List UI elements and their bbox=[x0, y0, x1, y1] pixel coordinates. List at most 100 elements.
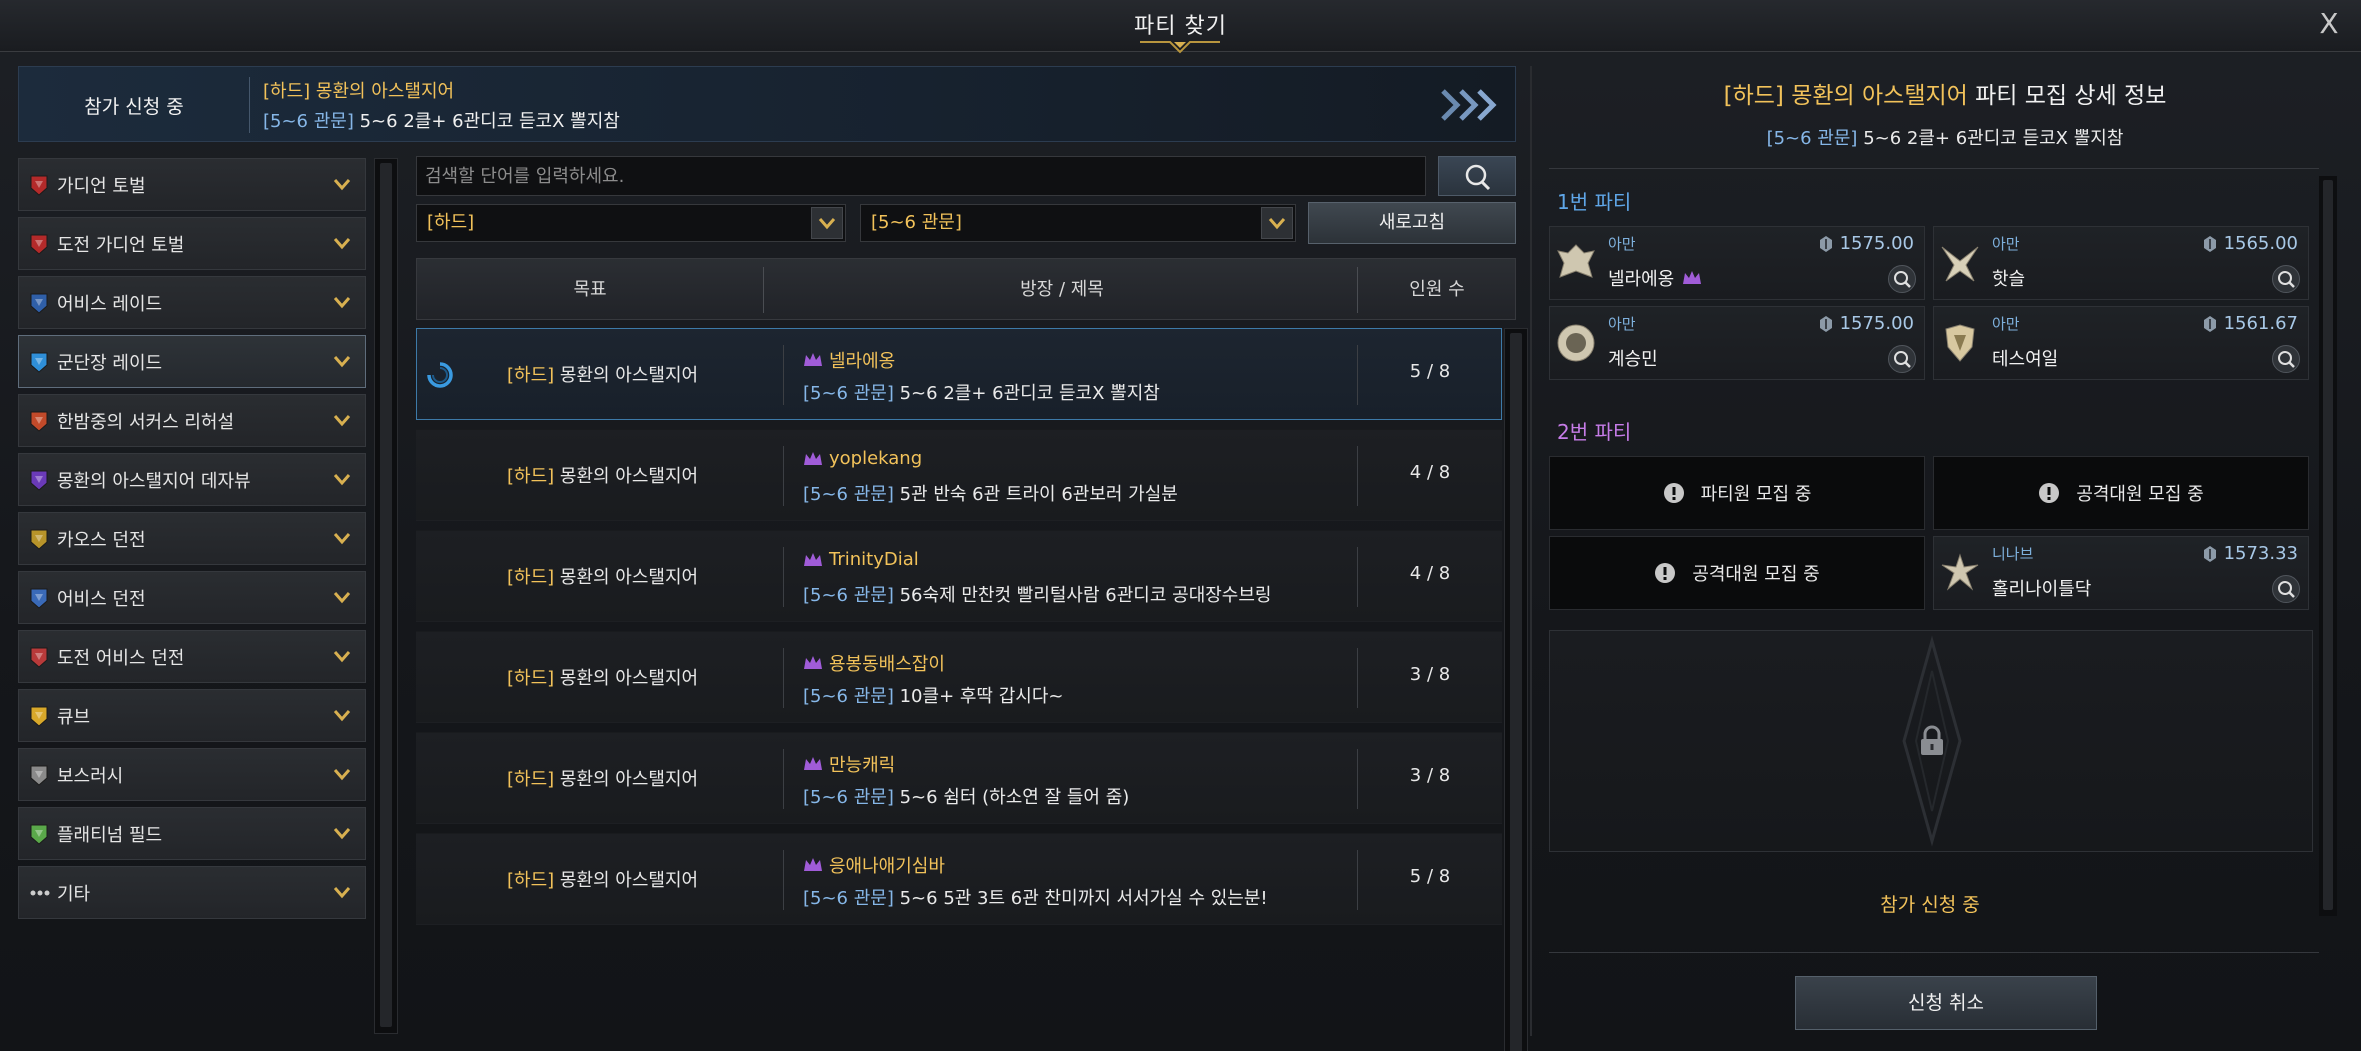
row-member-count: 3 / 8 bbox=[1409, 664, 1451, 685]
party-row[interactable]: [하드] 몽환의 아스탤지어 응애나애기심바 [5~6 관문] 5~6 5관 3트 … bbox=[416, 833, 1502, 925]
category-item[interactable]: 어비스 던전 bbox=[18, 571, 366, 624]
row-member-count: 4 / 8 bbox=[1409, 563, 1451, 584]
chevron-down-icon[interactable] bbox=[331, 232, 353, 254]
row-title-text: 56숙제 만찬컷 빨리털사람 6관디코 공대장수브링 bbox=[899, 585, 1272, 606]
recruit-text: 공격대원 모집 중 bbox=[1692, 564, 1820, 585]
left-panel: 참가 신청 중 [하드] 몽환의 아스탤지어 [5~6 관문] 5~6 2클+ … bbox=[16, 66, 1528, 1051]
row-leader: 용봉동배스잡이 bbox=[803, 650, 945, 676]
recruit-slot[interactable]: 공격대원 모집 중 bbox=[1549, 536, 1925, 610]
category-label: 군단장 레이드 bbox=[57, 352, 163, 374]
chevron-down-icon[interactable] bbox=[331, 291, 353, 313]
member-name-text: 홀리나이틀닥 bbox=[1992, 579, 2092, 600]
party-row[interactable]: [하드] 몽환의 아스탤지어 만능캐릭 [5~6 관문] 5~6 쉼터 (하소연 잘… bbox=[416, 732, 1502, 824]
category-item[interactable]: 큐브 bbox=[18, 689, 366, 742]
circus-icon bbox=[29, 410, 49, 432]
row-title: [5~6 관문] 5~6 쉼터 (하소연 잘 들어 줌) bbox=[803, 783, 1129, 809]
category-item[interactable]: 도전 어비스 던전 bbox=[18, 630, 366, 683]
row-target-name: 몽환의 아스탤지어 bbox=[559, 365, 699, 386]
row-target: [하드] 몽환의 아스탤지어 bbox=[507, 563, 698, 589]
party-row[interactable]: [하드] 몽환의 아스탤지어 넬라에옹 [5~6 관문] 5~6 2클+ 6관디코 … bbox=[416, 328, 1502, 420]
member-item-level-value: 1565.00 bbox=[2223, 233, 2298, 254]
party-member-card[interactable]: 니나브 홀리나이틀닥 1573.33 bbox=[1933, 536, 2309, 610]
difficulty-select[interactable]: [하드] bbox=[416, 204, 846, 242]
chevron-down-icon[interactable] bbox=[331, 527, 353, 549]
detail-scrollbar[interactable] bbox=[2319, 176, 2337, 916]
chevron-down-icon[interactable] bbox=[331, 350, 353, 372]
party-list-scrollbar-thumb[interactable] bbox=[1510, 333, 1522, 1051]
row-difficulty-tag: [하드] bbox=[507, 466, 555, 487]
gunlancer-emblem-icon bbox=[1557, 324, 1595, 362]
inspect-button[interactable] bbox=[1888, 345, 1916, 373]
inspect-button[interactable] bbox=[2272, 345, 2300, 373]
application-banner[interactable]: 참가 신청 중 [하드] 몽환의 아스탤지어 [5~6 관문] 5~6 2클+ … bbox=[18, 66, 1516, 142]
row-difficulty-tag: [하드] bbox=[507, 567, 555, 588]
category-scrollbar[interactable] bbox=[374, 158, 398, 1034]
category-item[interactable]: 보스러시 bbox=[18, 748, 366, 801]
member-item-level-value: 1575.00 bbox=[1839, 313, 1914, 334]
search-input[interactable] bbox=[416, 156, 1426, 196]
row-leader-name: 만능캐릭 bbox=[829, 755, 896, 776]
category-item[interactable]: 가디언 토벌 bbox=[18, 158, 366, 211]
cancel-application-button[interactable]: 신청 취소 bbox=[1795, 976, 2097, 1030]
chevron-down-icon[interactable] bbox=[331, 173, 353, 195]
party-member-card[interactable]: 아만 테스여일 1561.67 bbox=[1933, 306, 2309, 380]
row-title: [5~6 관문] 5관 반숙 6관 트라이 6관보러 가실분 bbox=[803, 480, 1178, 506]
gate-select[interactable]: [5~6 관문] bbox=[860, 204, 1296, 242]
chevron-down-icon[interactable] bbox=[331, 586, 353, 608]
chevron-down-icon[interactable] bbox=[331, 409, 353, 431]
detail-title: [하드] 몽환의 아스탤지어 파티 모집 상세 정보 bbox=[1545, 76, 2345, 110]
category-item[interactable]: 군단장 레이드 bbox=[18, 335, 366, 388]
category-item[interactable]: 기타 bbox=[18, 866, 366, 919]
party-member-card[interactable]: 아만 핫슬 1565.00 bbox=[1933, 226, 2309, 300]
party-row[interactable]: [하드] 몽환의 아스탤지어 yoplekang [5~6 관문] 5관 반숙 6관… bbox=[416, 429, 1502, 521]
chevron-down-icon[interactable] bbox=[331, 468, 353, 490]
chevron-down-icon[interactable] bbox=[331, 881, 353, 903]
refresh-button[interactable]: 새로고침 bbox=[1308, 202, 1516, 244]
expand-arrows-icon[interactable] bbox=[1439, 85, 1501, 125]
category-item[interactable]: 몽환의 아스탤지어 데자뷰 bbox=[18, 453, 366, 506]
party-list-scrollbar[interactable] bbox=[1504, 328, 1528, 1051]
member-name: 넬라에옹 bbox=[1608, 265, 1702, 291]
chaos-dungeon-icon bbox=[29, 528, 49, 550]
inspect-button[interactable] bbox=[2272, 265, 2300, 293]
chevron-down-icon[interactable] bbox=[331, 645, 353, 667]
member-name-text: 테스여일 bbox=[1992, 349, 2059, 370]
banner-gate-tag: [5~6 관문] bbox=[263, 111, 354, 132]
party-row[interactable]: [하드] 몽환의 아스탤지어 용봉동배스잡이 [5~6 관문] 10클+ 후딱 갑시… bbox=[416, 631, 1502, 723]
recruit-slot[interactable]: 파티원 모집 중 bbox=[1549, 456, 1925, 530]
column-count[interactable]: 인원 수 bbox=[1357, 259, 1517, 321]
category-item[interactable]: 어비스 레이드 bbox=[18, 276, 366, 329]
search-button[interactable] bbox=[1438, 156, 1516, 196]
difficulty-select-arrow[interactable] bbox=[811, 207, 843, 239]
category-item[interactable]: 한밤중의 서커스 리허설 bbox=[18, 394, 366, 447]
chevron-down-icon bbox=[1268, 218, 1286, 230]
header-divider bbox=[763, 267, 764, 313]
inspect-button[interactable] bbox=[1888, 265, 1916, 293]
gate-select-arrow[interactable] bbox=[1261, 207, 1293, 239]
detail-target: 몽환의 아스탤지어 bbox=[1791, 83, 1968, 109]
chevron-down-icon[interactable] bbox=[331, 763, 353, 785]
column-target[interactable]: 목표 bbox=[417, 259, 763, 321]
chevron-down-icon[interactable] bbox=[331, 822, 353, 844]
party-member-card[interactable]: 아만 계승민 1575.00 bbox=[1549, 306, 1925, 380]
row-difficulty-tag: [하드] bbox=[507, 870, 555, 891]
column-leader-title[interactable]: 방장 / 제목 bbox=[767, 259, 1357, 321]
party-member-card[interactable]: 아만 넬라에옹 1575.00 bbox=[1549, 226, 1925, 300]
category-item[interactable]: 도전 가디언 토벌 bbox=[18, 217, 366, 270]
recruit-slot[interactable]: 공격대원 모집 중 bbox=[1933, 456, 2309, 530]
close-button[interactable]: X bbox=[2313, 8, 2345, 40]
category-item[interactable]: 카오스 던전 bbox=[18, 512, 366, 565]
item-level-icon bbox=[2203, 545, 2216, 562]
detail-scrollbar-thumb[interactable] bbox=[2323, 180, 2333, 910]
row-leader: 넬라에옹 bbox=[803, 347, 895, 373]
legion-raid-icon bbox=[29, 351, 49, 373]
inspect-button[interactable] bbox=[2272, 575, 2300, 603]
row-target-name: 몽환의 아스탤지어 bbox=[559, 769, 699, 790]
category-item[interactable]: 플래티넘 필드 bbox=[18, 807, 366, 860]
category-scrollbar-thumb[interactable] bbox=[380, 163, 392, 1027]
platinum-field-icon bbox=[29, 823, 49, 845]
member-name: 계승민 bbox=[1608, 345, 1658, 371]
member-class: 아만 bbox=[1992, 235, 2020, 253]
party-row[interactable]: [하드] 몽환의 아스탤지어 TrinityDial [5~6 관문] 56숙제 만… bbox=[416, 530, 1502, 622]
chevron-down-icon[interactable] bbox=[331, 704, 353, 726]
